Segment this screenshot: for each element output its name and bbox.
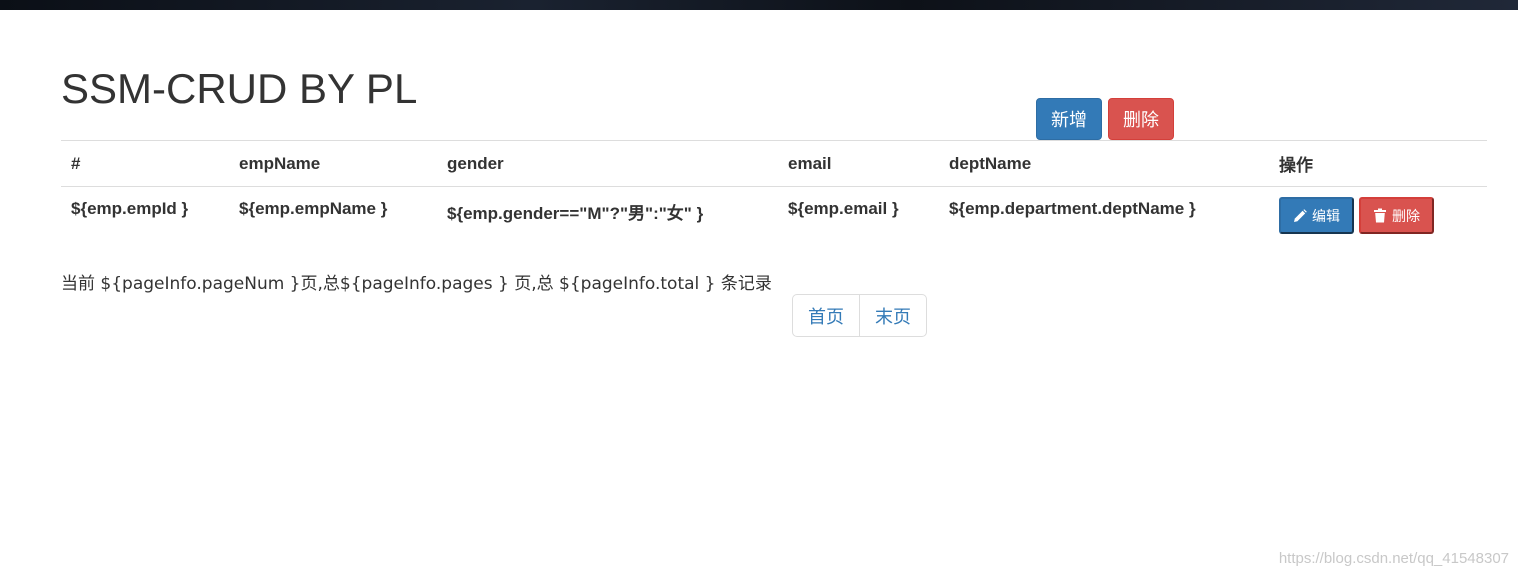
row-delete-button-label: 删除	[1392, 208, 1420, 225]
toolbar: 新增 删除	[1036, 98, 1174, 140]
cell-gender: ${emp.gender=="M"?"男":"女" }	[437, 186, 778, 245]
pagination: 首页 末页	[792, 294, 927, 337]
header-emp-name: empName	[229, 140, 437, 187]
cell-emp-name: ${emp.empName }	[229, 186, 437, 245]
table-row: ${emp.empId } ${emp.empName } ${emp.gend…	[61, 186, 1487, 245]
cell-id: ${emp.empId }	[61, 186, 229, 245]
row-actions: 编辑 删除	[1279, 197, 1477, 234]
row-delete-button[interactable]: 删除	[1359, 197, 1434, 234]
watermark: https://blog.csdn.net/qq_41548307	[1278, 550, 1509, 567]
header-id: #	[61, 140, 229, 187]
cell-email: ${emp.email }	[778, 186, 939, 245]
add-button[interactable]: 新增	[1036, 98, 1102, 140]
table-header-row: # empName gender email deptName 操作	[61, 140, 1487, 187]
pagination-summary: 当前 ${pageInfo.pageNum }页,总${pageInfo.pag…	[61, 274, 772, 294]
edit-button[interactable]: 编辑	[1279, 197, 1354, 234]
last-page-link[interactable]: 末页	[859, 295, 926, 336]
page-title: SSM-CRUD BY PL	[61, 65, 418, 113]
employee-table: # empName gender email deptName 操作 ${emp…	[61, 140, 1487, 245]
first-page-link[interactable]: 首页	[793, 295, 859, 336]
header-dept-name: deptName	[939, 140, 1269, 187]
pencil-icon	[1293, 208, 1307, 223]
header-gender: gender	[437, 140, 778, 187]
header-email: email	[778, 140, 939, 187]
edit-button-label: 编辑	[1312, 208, 1340, 225]
top-background-strip	[0, 0, 1518, 10]
cell-actions: 编辑 删除	[1269, 186, 1487, 245]
header-actions: 操作	[1269, 140, 1487, 187]
trash-icon	[1373, 208, 1387, 223]
cell-dept-name: ${emp.department.deptName }	[939, 186, 1269, 245]
delete-button[interactable]: 删除	[1108, 98, 1174, 140]
